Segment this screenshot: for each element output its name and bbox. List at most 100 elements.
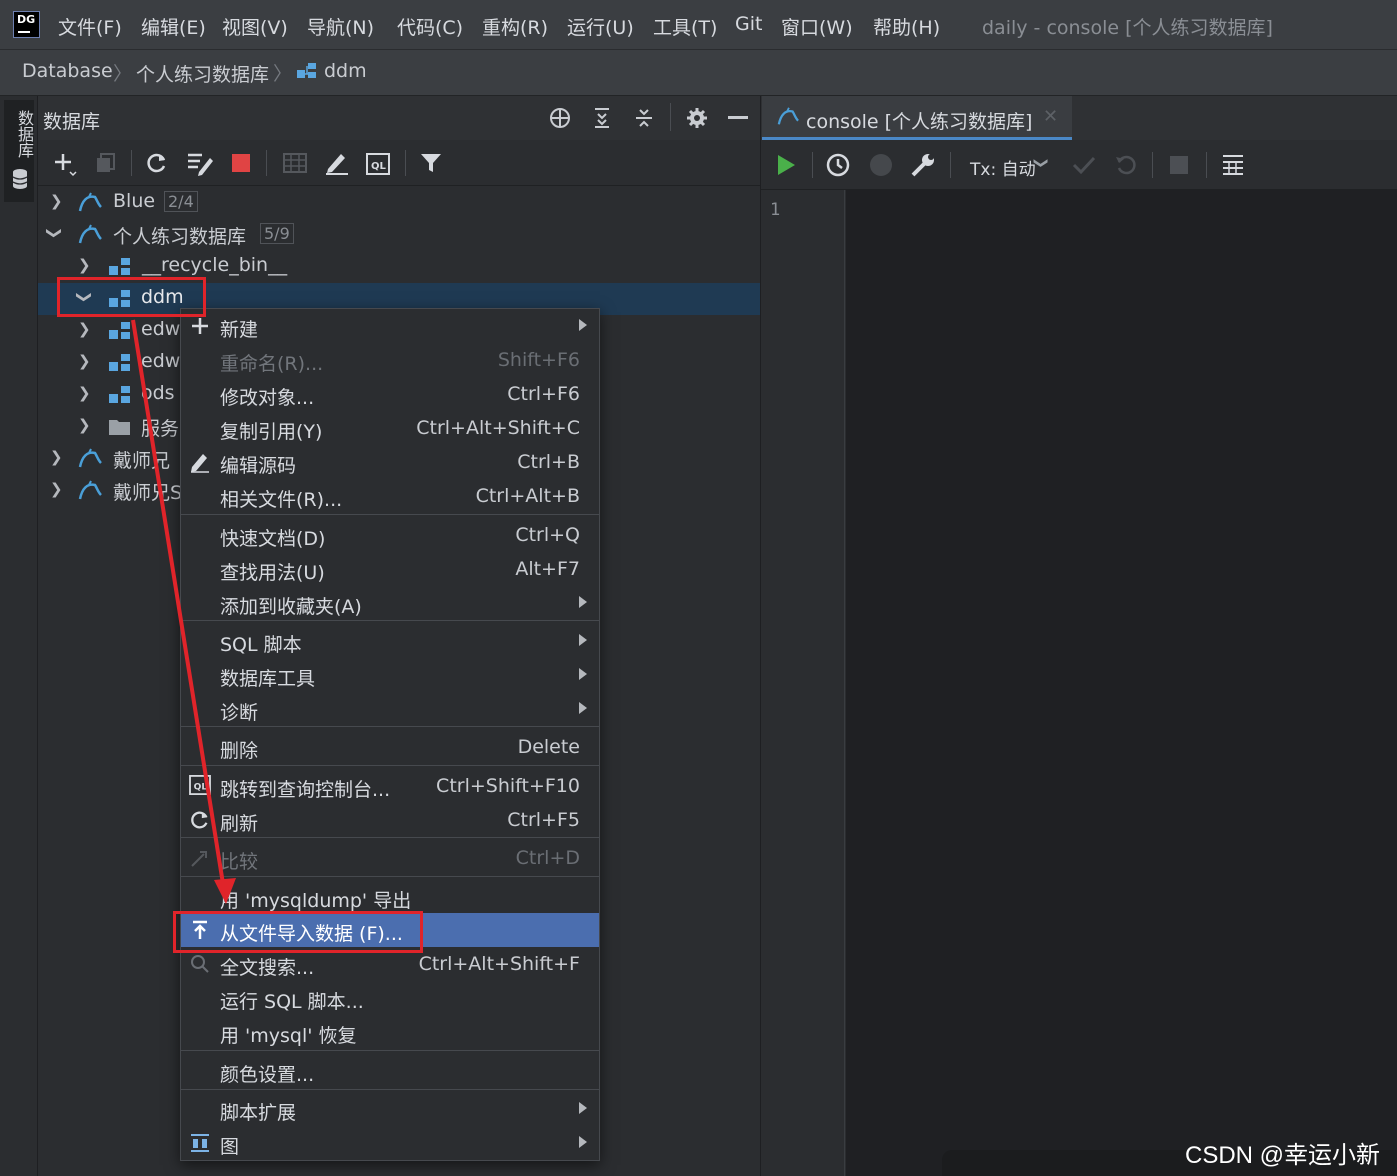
mysql-icon <box>77 447 103 471</box>
filter-icon[interactable] <box>419 152 443 174</box>
refresh-icon[interactable] <box>145 151 169 175</box>
menu-item-shortcut: Ctrl+Shift+F10 <box>436 775 580 797</box>
chevron-right-icon[interactable]: ❯ <box>78 256 91 274</box>
menu-item-shortcut: Ctrl+F5 <box>507 809 580 831</box>
tree-row-ods[interactable]: ❯ ods <box>38 379 180 411</box>
tree-row-datasource-3[interactable]: ❯ 戴师兄S <box>38 475 182 507</box>
schema-icon <box>108 353 132 373</box>
breadcrumb-database[interactable]: Database <box>22 60 113 82</box>
gear-icon[interactable] <box>686 107 708 129</box>
tree-row-services[interactable]: ❯ 服务 <box>38 411 180 443</box>
chevron-right-icon[interactable]: ❯ <box>78 320 91 338</box>
submenu-arrow-icon <box>579 1102 587 1114</box>
close-icon[interactable]: ✕ <box>1043 106 1058 127</box>
tree-row-edw[interactable]: ❯ edw <box>38 347 180 379</box>
database-tool-label[interactable]: 数据库 <box>12 110 36 158</box>
menu-item-label: 相关文件(R)... <box>220 489 343 511</box>
tree-label: 个人练习数据库 <box>113 226 247 248</box>
wrench-icon[interactable] <box>910 152 936 178</box>
submenu-arrow-icon <box>579 634 587 646</box>
menu-file[interactable]: 文件(F) <box>58 13 122 40</box>
stop-icon[interactable] <box>232 154 250 172</box>
tree-row-datasource-2[interactable]: ❯ 戴师兄 <box>38 443 180 475</box>
menu-window[interactable]: 窗口(W) <box>781 13 853 40</box>
menu-item-delete[interactable]: 删除 Delete <box>181 730 599 764</box>
edit-icon[interactable] <box>324 151 350 175</box>
minimize-icon[interactable] <box>728 116 748 119</box>
expand-all-icon[interactable] <box>592 107 612 129</box>
menu-item-label: 新建 <box>220 319 259 341</box>
menu-edit[interactable]: 编辑(E) <box>141 13 206 40</box>
menu-item-modify-object[interactable]: 修改对象... Ctrl+F6 <box>181 377 599 411</box>
record-icon <box>870 154 892 176</box>
diagram-icon <box>189 1132 211 1154</box>
menu-item-shortcut: Shift+F6 <box>497 349 580 371</box>
plus-icon <box>189 315 211 337</box>
menu-item-jump-console[interactable]: QL 跳转到查询控制台... Ctrl+Shift+F10 <box>181 769 599 803</box>
chevron-right-icon[interactable]: ❯ <box>50 448 63 466</box>
breadcrumb-datasource[interactable]: 个人练习数据库 <box>136 60 269 87</box>
menu-item-run-sql-script[interactable]: 运行 SQL 脚本... <box>181 981 599 1015</box>
menu-item-compare[interactable]: 比较 Ctrl+D <box>181 841 599 875</box>
tree-row-blue[interactable]: ❯ Blue 2/4 <box>38 187 760 219</box>
menu-code[interactable]: 代码(C) <box>397 13 463 40</box>
menu-item-shortcut: Ctrl+Alt+Shift+F <box>418 953 580 975</box>
menu-separator <box>181 1050 599 1051</box>
mysql-icon <box>77 191 103 215</box>
toolbar-separator <box>131 150 132 176</box>
output-layout-icon[interactable] <box>1220 153 1246 177</box>
collapse-all-icon[interactable] <box>634 107 654 129</box>
tree-row-edw[interactable]: ❯ edw <box>38 315 180 347</box>
menu-item-edit-source[interactable]: 编辑源码 Ctrl+B <box>181 445 599 479</box>
menu-item-find-usages[interactable]: 查找用法(U) Alt+F7 <box>181 552 599 586</box>
add-icon[interactable] <box>52 151 78 177</box>
menu-separator <box>181 837 599 838</box>
menu-item-diagram[interactable]: 图 <box>181 1126 599 1160</box>
chevron-right-icon[interactable]: ❯ <box>50 192 63 210</box>
menu-git[interactable]: Git <box>735 13 762 35</box>
menu-item-refresh[interactable]: 刷新 Ctrl+F5 <box>181 803 599 837</box>
menu-item-rename[interactable]: 重命名(R)... Shift+F6 <box>181 343 599 377</box>
sql-editor[interactable] <box>846 190 1397 1176</box>
chevron-right-icon[interactable]: ❯ <box>78 416 91 434</box>
menu-item-mysqldump-export[interactable]: 用 'mysqldump' 导出 <box>181 880 599 914</box>
chevron-right-icon[interactable]: ❯ <box>78 384 91 402</box>
console-icon[interactable]: QL <box>366 153 390 175</box>
breadcrumb-schema[interactable]: ddm <box>324 60 367 82</box>
menu-item-mysql-restore[interactable]: 用 'mysql' 恢复 <box>181 1015 599 1049</box>
refresh-icon <box>189 809 211 831</box>
run-icon[interactable] <box>776 154 796 176</box>
menu-item-add-favorites[interactable]: 添加到收藏夹(A) <box>181 586 599 620</box>
edit-schema-icon[interactable] <box>186 150 214 176</box>
toolbar-separator <box>1152 152 1153 178</box>
menu-item-new[interactable]: 新建 <box>181 309 599 343</box>
menu-item-copy-reference[interactable]: 复制引用(Y) Ctrl+Alt+Shift+C <box>181 411 599 445</box>
menu-navigate[interactable]: 导航(N) <box>307 13 374 40</box>
transaction-mode-select[interactable]: Tx: 自动 <box>970 155 1036 180</box>
mysql-icon <box>77 479 103 503</box>
menu-item-color-settings[interactable]: 颜色设置... <box>181 1054 599 1088</box>
datagrip-logo-icon[interactable]: DG <box>13 11 40 38</box>
chevron-down-icon[interactable]: ❯ <box>45 227 63 240</box>
menu-item-sql-scripts[interactable]: SQL 脚本 <box>181 624 599 658</box>
menu-run[interactable]: 运行(U) <box>567 13 634 40</box>
chevron-right-icon[interactable]: ❯ <box>78 352 91 370</box>
toolbar-separator <box>405 150 406 176</box>
menu-item-related-files[interactable]: 相关文件(R)... Ctrl+Alt+B <box>181 479 599 513</box>
menu-refactor[interactable]: 重构(R) <box>482 13 548 40</box>
tree-row-datasource[interactable]: ❯ 个人练习数据库 5/9 <box>38 219 760 251</box>
crosshair-icon[interactable] <box>549 107 571 129</box>
chevron-right-icon[interactable]: ❯ <box>50 480 63 498</box>
menu-item-shortcut: Ctrl+F6 <box>507 383 580 405</box>
menu-item-script-extensions[interactable]: 脚本扩展 <box>181 1092 599 1126</box>
chevron-down-icon[interactable]: ❯ <box>1033 157 1049 169</box>
menu-help[interactable]: 帮助(H) <box>873 13 940 40</box>
menu-item-diagnostics[interactable]: 诊断 <box>181 692 599 726</box>
logo-text: DG <box>17 13 36 26</box>
menu-view[interactable]: 视图(V) <box>222 13 288 40</box>
menu-separator <box>181 765 599 766</box>
menu-item-quick-doc[interactable]: 快速文档(D) Ctrl+Q <box>181 518 599 552</box>
history-icon[interactable] <box>826 153 850 177</box>
menu-item-database-tools[interactable]: 数据库工具 <box>181 658 599 692</box>
menu-tools[interactable]: 工具(T) <box>653 13 717 40</box>
